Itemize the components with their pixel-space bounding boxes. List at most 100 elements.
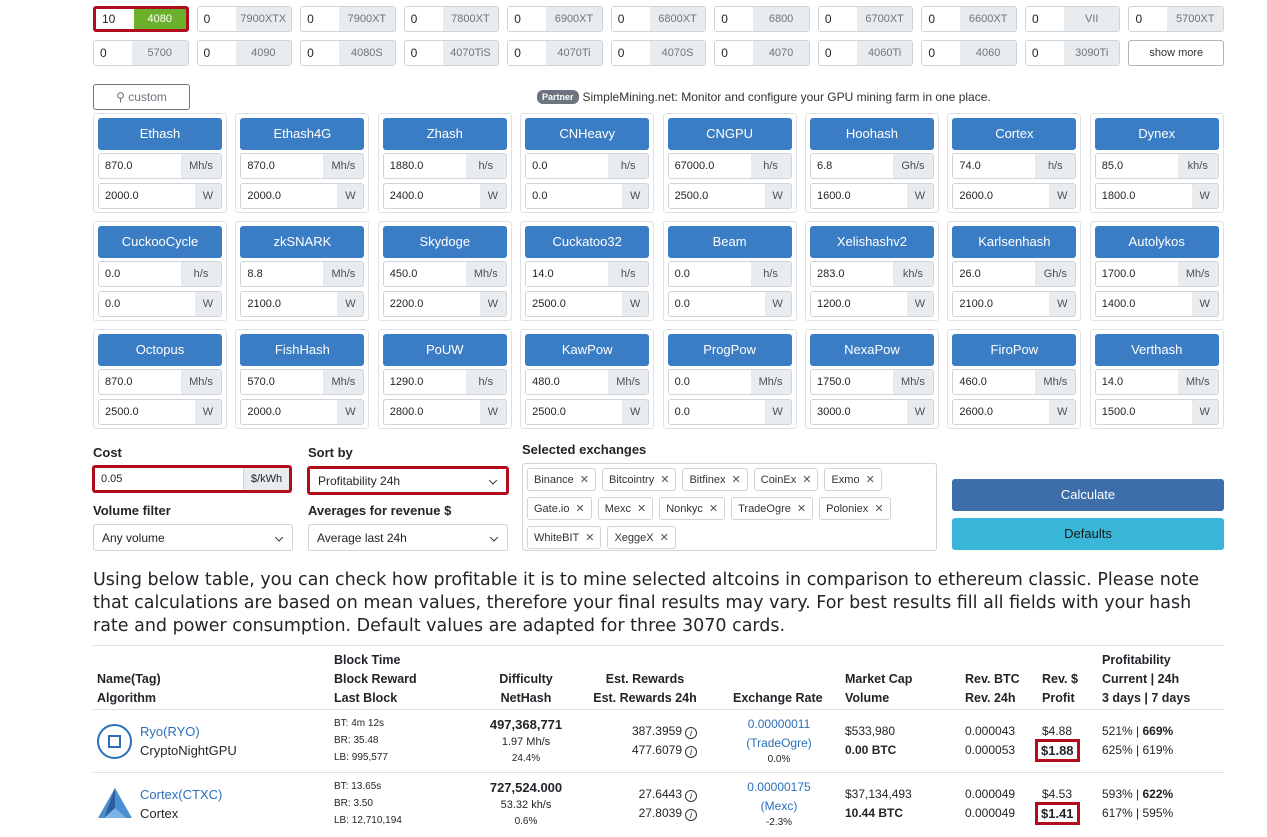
hashrate-input[interactable]: 480.0 [526, 370, 609, 394]
power-input[interactable]: 0.0 [668, 400, 765, 424]
power-input[interactable]: 1500.0 [1095, 400, 1192, 424]
power-field[interactable]: 0.0 W [667, 399, 792, 425]
gpu-name[interactable]: 4070S [649, 41, 706, 65]
gpu-qty[interactable]: 0 [94, 41, 132, 65]
power-field[interactable]: 2400.0 W [382, 183, 507, 209]
power-field[interactable]: 1800.0 W [1094, 183, 1219, 209]
power-field[interactable]: 1200.0 W [809, 291, 934, 317]
power-field[interactable]: 2000.0 W [240, 399, 365, 425]
algorithm-toggle-button[interactable]: Karlsenhash [952, 226, 1077, 258]
hashrate-field[interactable]: 67000.0 h/s [667, 153, 792, 179]
gpu-name[interactable]: 6900XT [546, 7, 602, 31]
gpu-cell[interactable]: 0 7900XTX [196, 6, 293, 32]
hashrate-input[interactable]: 0.0 [668, 370, 751, 394]
exchange-rate-link[interactable]: 0.00000175 [729, 778, 829, 797]
gpu-name[interactable]: 6700XT [856, 7, 913, 31]
hashrate-field[interactable]: 14.0 h/s [525, 261, 650, 287]
hashrate-field[interactable]: 1700.0 Mh/s [1094, 261, 1219, 287]
hashrate-input[interactable]: 8.8 [241, 262, 324, 286]
power-field[interactable]: 2600.0 W [952, 399, 1077, 425]
gpu-name[interactable]: 3090Ti [1063, 41, 1120, 65]
algorithm-toggle-button[interactable]: Octopus [98, 334, 222, 366]
gpu-cell[interactable]: 0 6700XT [817, 6, 914, 32]
hashrate-field[interactable]: 26.0 Gh/s [952, 261, 1077, 287]
gpu-cell[interactable]: 10 4080 [93, 6, 189, 32]
remove-icon[interactable]: ✕ [637, 502, 646, 515]
sort-by-select[interactable]: Profitability 24h [307, 466, 509, 495]
gpu-cell[interactable]: 0 6900XT [507, 6, 603, 32]
algorithm-toggle-button[interactable]: CNHeavy [525, 118, 650, 150]
hashrate-input[interactable]: 1880.0 [383, 154, 466, 178]
algorithm-toggle-button[interactable]: Zhash [382, 118, 507, 150]
volume-filter-select[interactable]: Any volume [93, 524, 293, 551]
remove-icon[interactable]: ✕ [580, 473, 589, 486]
power-input[interactable]: 2000.0 [241, 184, 338, 208]
gpu-cell[interactable]: 0 VII [1024, 6, 1121, 32]
defaults-button[interactable]: Defaults [952, 518, 1224, 550]
gpu-qty[interactable]: 0 [404, 41, 443, 65]
gpu-name[interactable]: 5700 [132, 41, 188, 65]
remove-icon[interactable]: ✕ [797, 502, 806, 515]
hashrate-field[interactable]: 74.0 h/s [952, 153, 1077, 179]
power-input[interactable]: 1400.0 [1095, 292, 1192, 316]
info-icon[interactable]: i [685, 746, 697, 758]
gpu-name[interactable]: 4070 [753, 41, 809, 65]
gpu-cell[interactable]: 0 4070Ti [507, 40, 603, 66]
gpu-name[interactable]: VII [1063, 7, 1120, 31]
power-input[interactable]: 2100.0 [241, 292, 338, 316]
hashrate-field[interactable]: 870.0 Mh/s [240, 153, 365, 179]
gpu-name[interactable]: 4090 [235, 41, 292, 65]
gpu-qty[interactable]: 0 [301, 7, 340, 31]
gpu-qty[interactable]: 0 [1025, 41, 1064, 65]
gpu-qty[interactable]: 0 [197, 41, 236, 65]
hashrate-input[interactable]: 14.0 [1095, 370, 1178, 394]
power-input[interactable]: 2100.0 [953, 292, 1050, 316]
hashrate-field[interactable]: 0.0 Mh/s [667, 369, 792, 395]
algorithm-toggle-button[interactable]: Ethash [98, 118, 222, 150]
power-field[interactable]: 2000.0 W [98, 183, 222, 209]
gpu-cell[interactable]: 0 5700XT [1128, 6, 1225, 32]
coin-name-link[interactable]: Ryo(RYO) [140, 722, 200, 741]
gpu-name[interactable]: 4060Ti [856, 41, 913, 65]
coin-name-link[interactable]: Cortex(CTXC) [140, 785, 222, 804]
hashrate-input[interactable]: 450.0 [383, 262, 466, 286]
exchanges-multiselect[interactable]: Binance ✕ Bitcointry ✕ Bitfinex ✕ CoinEx ✕ Exmo ✕… [522, 463, 937, 551]
power-input[interactable]: 0.0 [668, 292, 765, 316]
algorithm-toggle-button[interactable]: zkSNARK [240, 226, 365, 258]
remove-icon[interactable]: ✕ [660, 531, 669, 544]
cost-field[interactable]: 0.05 $/kWh [92, 465, 292, 493]
gpu-name[interactable]: 6800XT [649, 7, 706, 31]
remove-icon[interactable]: ✕ [866, 473, 875, 486]
gpu-cell[interactable]: 0 4070TiS [403, 40, 500, 66]
info-icon[interactable]: i [685, 809, 697, 821]
gpu-cell[interactable]: 0 6800XT [610, 6, 707, 32]
hashrate-field[interactable]: 6.8 Gh/s [809, 153, 934, 179]
algorithm-toggle-button[interactable]: Dynex [1094, 118, 1219, 150]
power-input[interactable]: 2200.0 [383, 292, 480, 316]
power-input[interactable]: 1800.0 [1095, 184, 1192, 208]
power-field[interactable]: 2500.0 W [98, 399, 222, 425]
gpu-qty[interactable]: 10 [96, 9, 134, 29]
power-field[interactable]: 2000.0 W [240, 183, 365, 209]
power-field[interactable]: 0.0 W [525, 183, 650, 209]
hashrate-input[interactable]: 570.0 [241, 370, 324, 394]
algorithm-toggle-button[interactable]: CuckooCycle [98, 226, 222, 258]
gpu-name[interactable]: 4070TiS [442, 41, 499, 65]
power-field[interactable]: 1500.0 W [1094, 399, 1219, 425]
power-input[interactable]: 2000.0 [99, 184, 195, 208]
hashrate-field[interactable]: 0.0 h/s [98, 261, 222, 287]
gpu-cell[interactable]: 0 7900XT [300, 6, 396, 32]
algorithm-toggle-button[interactable]: FiroPow [952, 334, 1077, 366]
gpu-cell[interactable]: 0 5700 [93, 40, 189, 66]
power-input[interactable]: 2500.0 [526, 292, 623, 316]
power-input[interactable]: 2600.0 [953, 400, 1050, 424]
hashrate-field[interactable]: 870.0 Mh/s [98, 153, 222, 179]
hashrate-field[interactable]: 0.0 h/s [667, 261, 792, 287]
custom-button[interactable]: ⚲ custom [93, 84, 190, 110]
hashrate-input[interactable]: 1290.0 [383, 370, 466, 394]
gpu-qty[interactable]: 0 [197, 7, 236, 31]
gpu-qty[interactable]: 0 [404, 7, 443, 31]
info-icon[interactable]: i [685, 790, 697, 802]
power-field[interactable]: 2600.0 W [952, 183, 1077, 209]
hashrate-input[interactable]: 85.0 [1095, 154, 1178, 178]
